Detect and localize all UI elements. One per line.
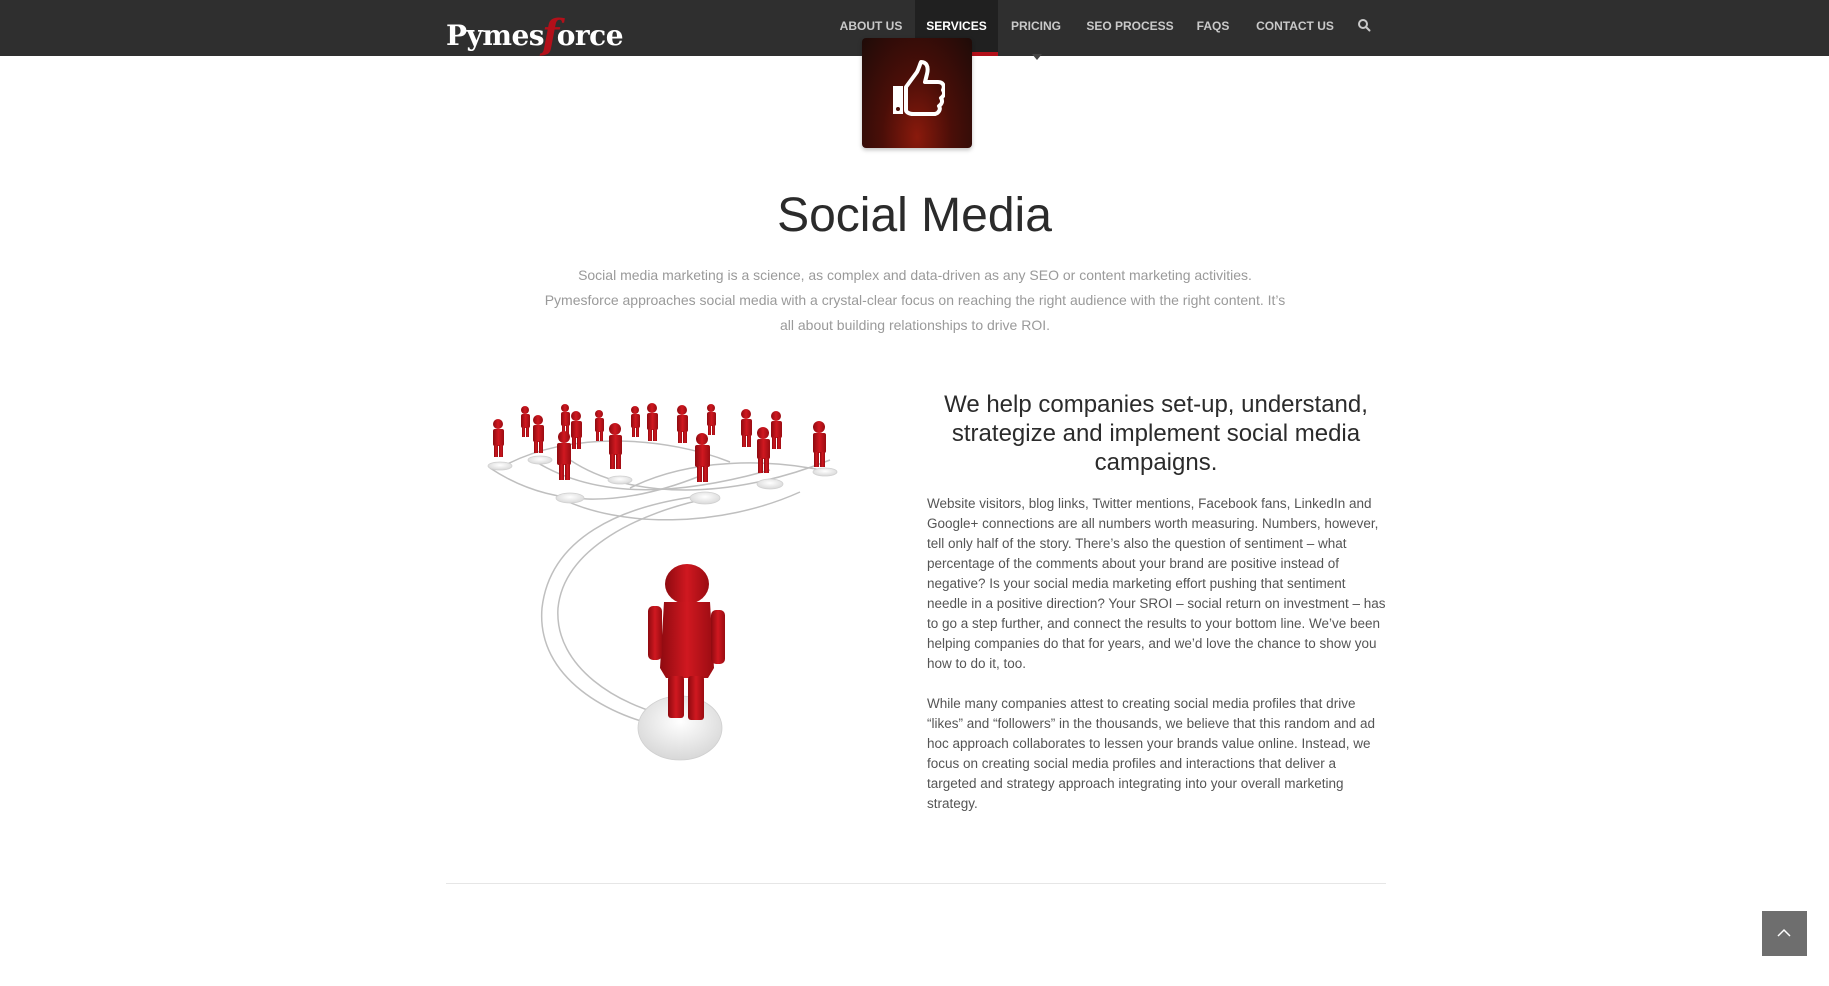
body-paragraph: Website visitors, blog links, Twitter me… [927,496,1386,671]
submenu-caret-icon [1032,54,1042,60]
nav-item-pricing[interactable]: PRICING [1004,0,1068,52]
social-network-illustration [470,388,890,768]
section-divider [446,883,1386,884]
service-icon-box [862,38,972,148]
chevron-up-icon [1777,928,1791,937]
intro-text: Social media marketing is a science, as … [544,267,1286,333]
page-title: Social Media [777,189,1052,242]
nav-item-faqs[interactable]: FAQS [1193,0,1233,52]
content-heading: We help companies set-up, understand, st… [944,391,1368,476]
body-paragraph: While many companies attest to creating … [927,696,1375,811]
logo-text-left: Pymes [446,19,545,52]
logo-text-f: f [542,11,559,58]
nav-item-seo-process[interactable]: SEO PROCESS [1085,0,1175,52]
nav-item-contact-us[interactable]: CONTACT US [1253,0,1337,52]
site-logo[interactable]: Pymesforce [446,10,624,58]
back-to-top-button[interactable] [1762,911,1807,956]
search-icon[interactable] [1357,18,1375,36]
thumbs-up-icon [893,60,945,116]
logo-text-right: orce [556,19,624,52]
